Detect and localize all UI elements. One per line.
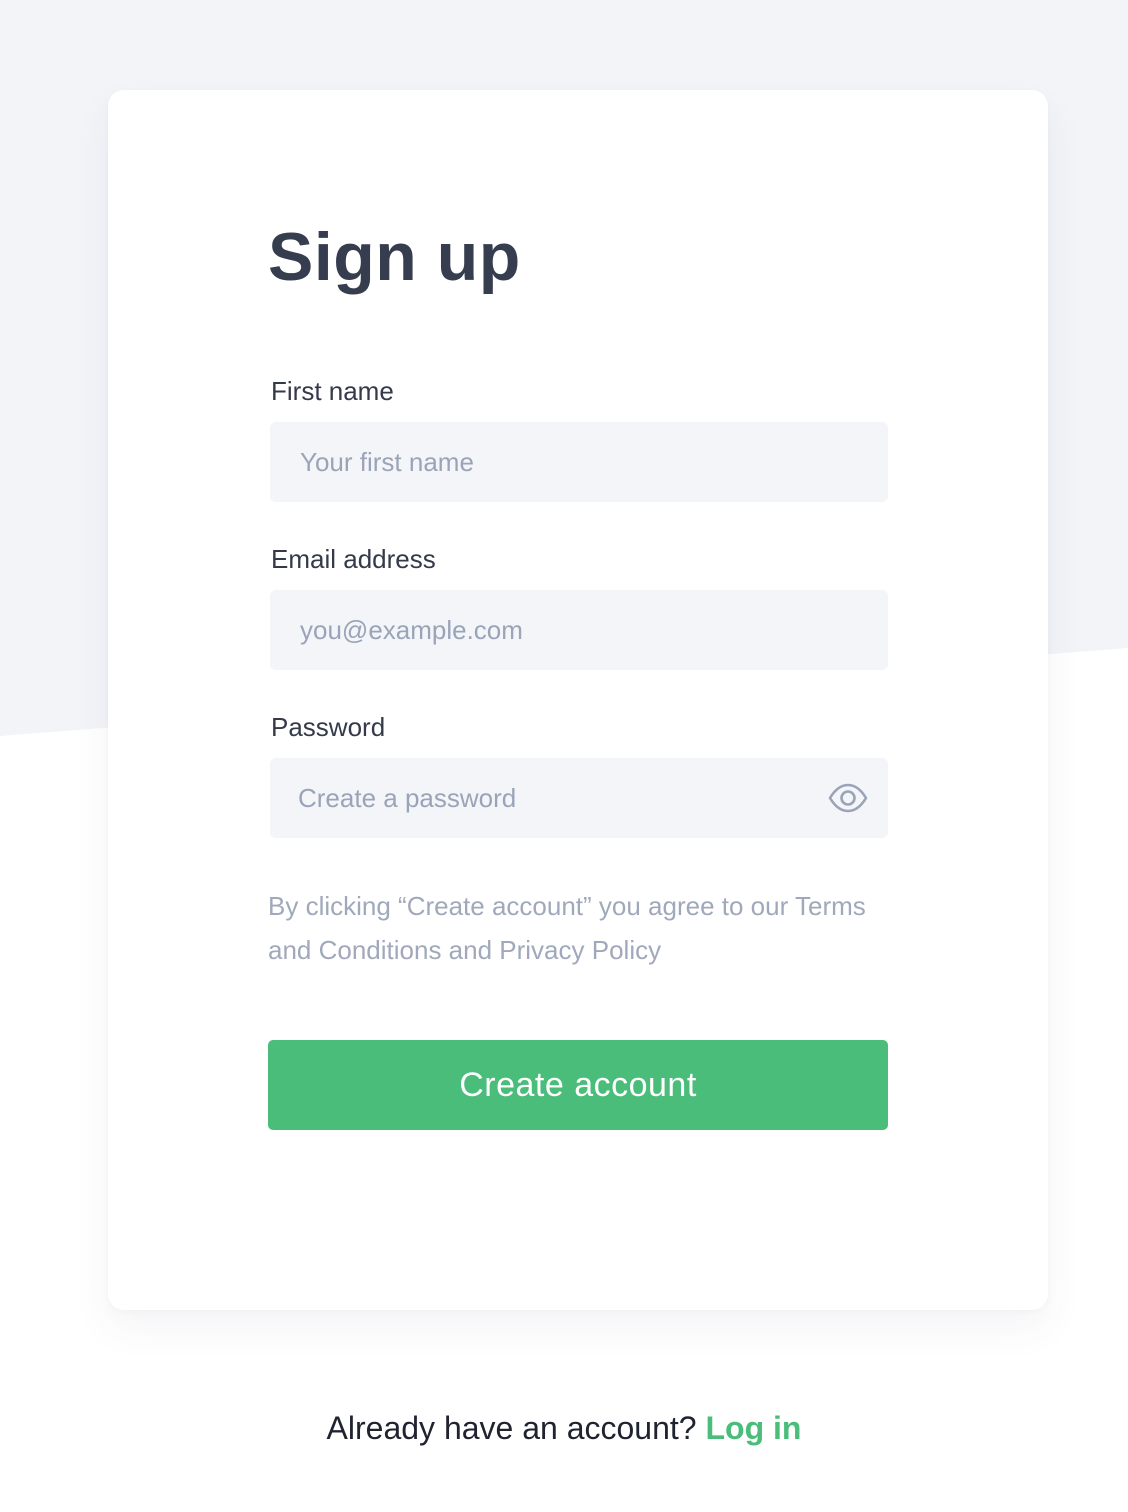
signup-page: Sign up First name Email address Passwor… (0, 0, 1128, 1512)
email-field-wrapper (270, 590, 888, 670)
first-name-field-wrapper (270, 422, 888, 502)
password-label: Password (271, 712, 386, 742)
email-label: Email address (271, 544, 436, 574)
login-prompt: Already have an account? Log in (0, 1410, 1128, 1447)
terms-notice: By clicking “Create account” you agree t… (268, 891, 866, 965)
first-name-label: First name (271, 376, 394, 406)
email-input[interactable] (270, 590, 888, 670)
password-input[interactable] (270, 758, 888, 838)
password-field-wrapper (270, 758, 888, 838)
login-link[interactable]: Log in (705, 1410, 801, 1446)
create-account-button[interactable]: Create account (268, 1040, 888, 1130)
login-prompt-text: Already have an account? (326, 1410, 697, 1446)
page-title: Sign up (268, 219, 521, 295)
first-name-input[interactable] (270, 422, 888, 502)
signup-card: Sign up First name Email address Passwor… (108, 90, 1048, 1310)
eye-icon[interactable] (828, 780, 868, 816)
